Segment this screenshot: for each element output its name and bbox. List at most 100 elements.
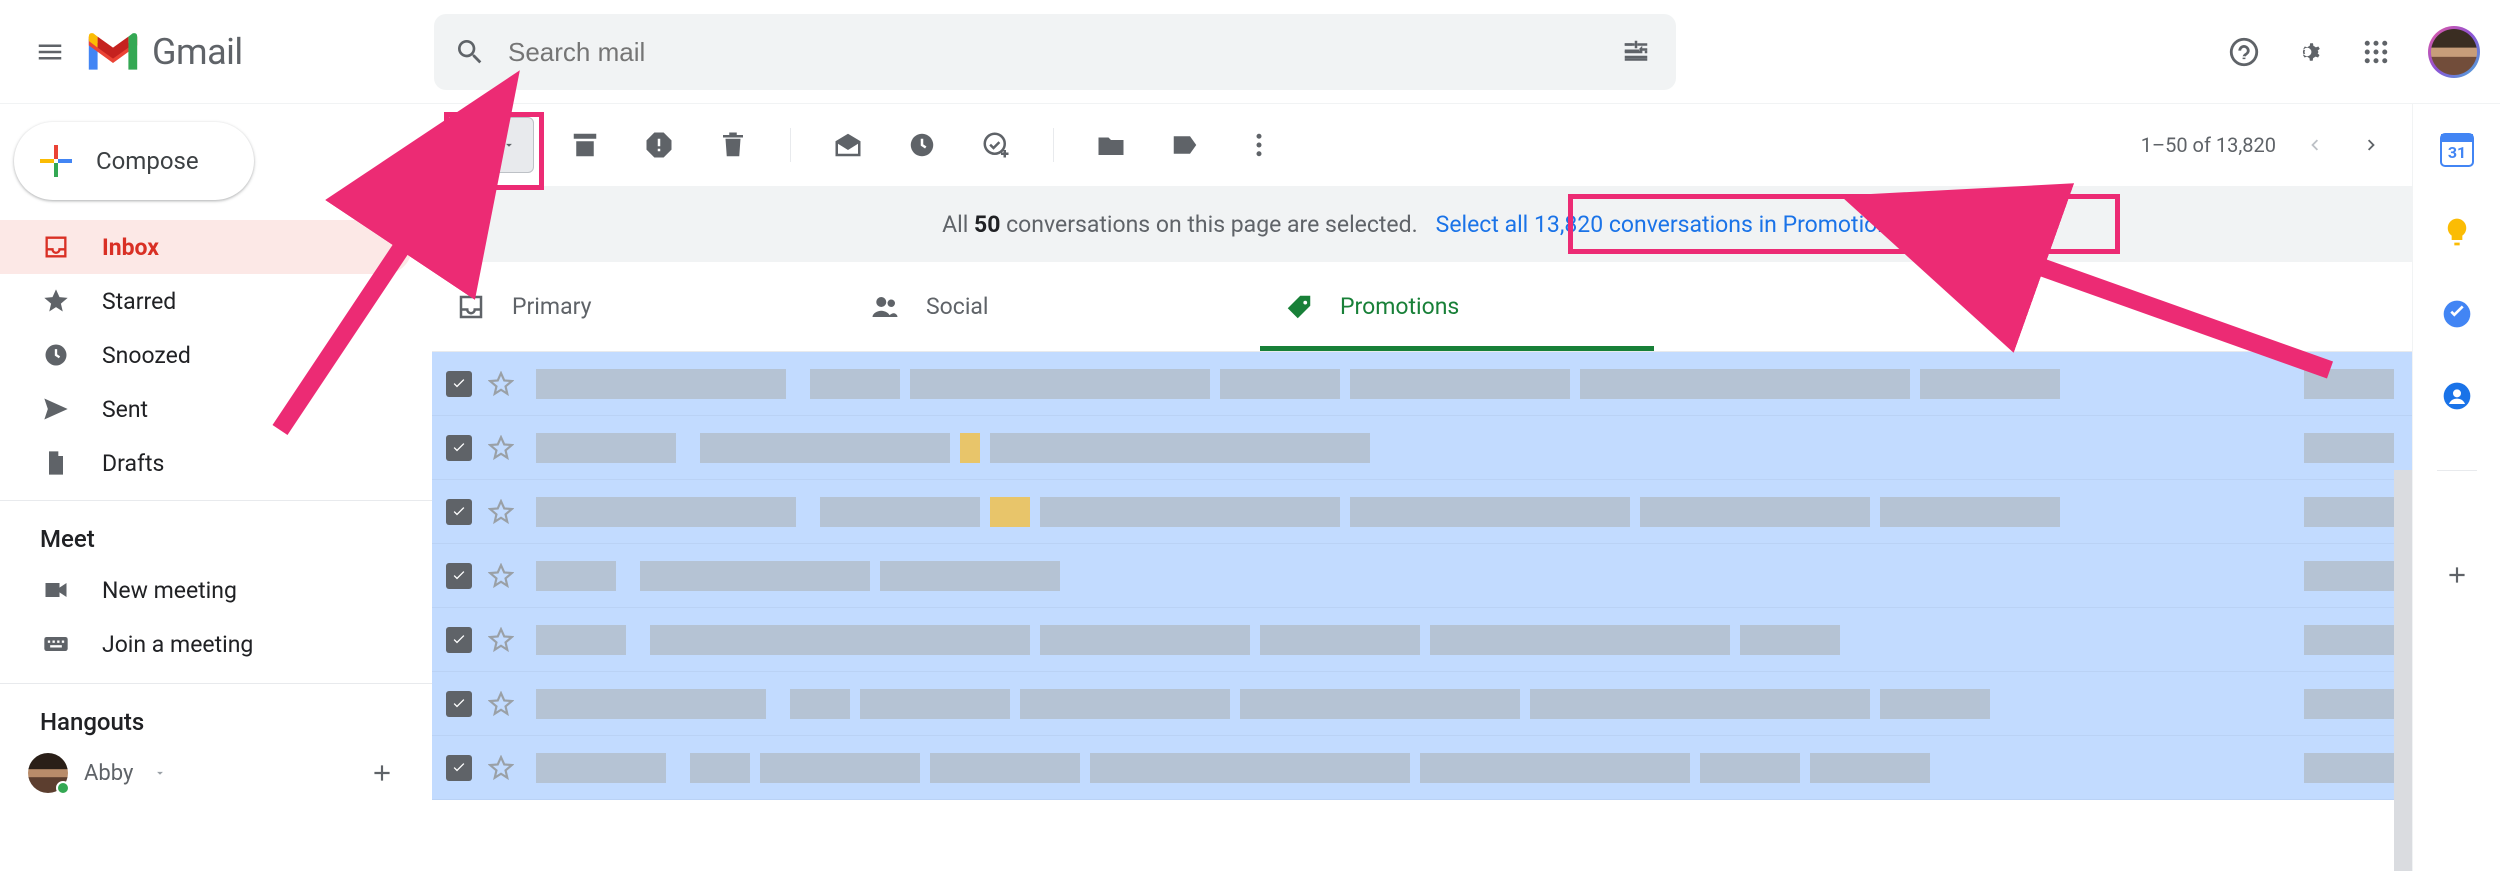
star-outline-icon: [488, 755, 514, 781]
rail-contacts[interactable]: [2439, 378, 2475, 414]
hangouts-username: Abby: [84, 761, 133, 786]
star-outline-icon: [488, 563, 514, 589]
nav-label: Sent: [102, 396, 148, 423]
row-checkbox[interactable]: [446, 691, 472, 717]
search-options-button[interactable]: [1616, 32, 1656, 72]
main-menu-button[interactable]: [26, 28, 74, 76]
row-star[interactable]: [486, 753, 516, 783]
compose-button[interactable]: Compose: [14, 122, 254, 200]
star-outline-icon: [488, 499, 514, 525]
rail-keep[interactable]: [2439, 214, 2475, 250]
hamburger-icon: [35, 37, 65, 67]
spam-icon: [644, 130, 674, 160]
folder-nav: Inbox Starred Snoozed Sent: [0, 220, 432, 490]
google-apps-button[interactable]: [2352, 28, 2400, 76]
support-button[interactable]: [2220, 28, 2268, 76]
pager-next[interactable]: [2352, 125, 2392, 165]
more-button[interactable]: [1232, 118, 1286, 172]
gmail-logo-text: Gmail: [152, 31, 243, 73]
tag-icon: [1284, 292, 1314, 322]
hangouts-avatar: [28, 753, 68, 793]
caret-down-icon: [153, 766, 167, 780]
calendar-icon: 31: [2439, 132, 2475, 168]
hangouts-user-row[interactable]: Abby: [0, 746, 432, 800]
nav-snoozed[interactable]: Snoozed: [0, 328, 412, 382]
meet-new-meeting[interactable]: New meeting: [0, 563, 432, 617]
meet-join-meeting[interactable]: Join a meeting: [0, 617, 432, 671]
meet-item-label: New meeting: [102, 577, 237, 604]
row-star[interactable]: [486, 625, 516, 655]
message-row[interactable]: [432, 736, 2412, 800]
gmail-logo[interactable]: Gmail: [84, 30, 243, 74]
nav-starred[interactable]: Starred: [0, 274, 412, 328]
move-to-button[interactable]: [1084, 118, 1138, 172]
archive-button[interactable]: [558, 118, 612, 172]
pager-prev[interactable]: [2294, 125, 2334, 165]
select-all-link[interactable]: Select all 13,820 conversations in Promo…: [1436, 211, 1902, 238]
tab-label: Social: [926, 293, 989, 320]
tune-icon: [1621, 37, 1651, 67]
message-row[interactable]: [432, 416, 2412, 480]
rail-get-addons[interactable]: [2439, 557, 2475, 593]
nav-label: Snoozed: [102, 342, 191, 369]
settings-button[interactable]: [2286, 28, 2334, 76]
rail-tasks[interactable]: [2439, 296, 2475, 332]
clock-icon: [907, 130, 937, 160]
tab-promotions[interactable]: Promotions: [1260, 262, 1674, 351]
row-star[interactable]: [486, 369, 516, 399]
message-row[interactable]: [432, 608, 2412, 672]
row-star[interactable]: [486, 433, 516, 463]
folder-move-icon: [1096, 130, 1126, 160]
svg-text:31: 31: [2447, 143, 2465, 162]
tab-primary[interactable]: Primary: [432, 262, 846, 351]
labels-button[interactable]: [1158, 118, 1212, 172]
nav-inbox[interactable]: Inbox: [0, 220, 412, 274]
row-checkbox[interactable]: [446, 563, 472, 589]
hangouts-new-chat[interactable]: [366, 757, 398, 789]
keep-icon: [2441, 216, 2473, 248]
sidebar: Compose Inbox Starred Snoozed: [0, 104, 432, 871]
people-icon: [870, 292, 900, 322]
row-star[interactable]: [486, 561, 516, 591]
row-checkbox[interactable]: [446, 435, 472, 461]
selection-banner: All 50 conversations on this page are se…: [432, 186, 2412, 262]
row-checkbox[interactable]: [446, 499, 472, 525]
delete-button[interactable]: [706, 118, 760, 172]
message-row[interactable]: [432, 544, 2412, 608]
tasks-icon: [2441, 298, 2473, 330]
contacts-icon: [2441, 380, 2473, 412]
meet-section-title: Meet: [0, 501, 432, 563]
row-star[interactable]: [486, 497, 516, 527]
tab-social[interactable]: Social: [846, 262, 1260, 351]
star-outline-icon: [488, 627, 514, 653]
nav-sent[interactable]: Sent: [0, 382, 412, 436]
tab-label: Promotions: [1340, 293, 1459, 320]
rail-calendar[interactable]: 31: [2439, 132, 2475, 168]
help-icon: [2227, 35, 2261, 69]
snooze-button[interactable]: [895, 118, 949, 172]
mark-read-button[interactable]: [821, 118, 875, 172]
pager-range: 1–50 of 13,820: [2141, 133, 2276, 157]
message-row[interactable]: [432, 672, 2412, 736]
row-checkbox[interactable]: [446, 627, 472, 653]
search-bar[interactable]: [434, 14, 1676, 90]
trash-icon: [718, 130, 748, 160]
nav-drafts[interactable]: Drafts: [0, 436, 412, 490]
video-icon: [40, 574, 72, 606]
search-input[interactable]: [508, 37, 1616, 68]
message-row[interactable]: [432, 480, 2412, 544]
report-spam-button[interactable]: [632, 118, 686, 172]
plus-icon: [2444, 562, 2470, 588]
message-row[interactable]: [432, 352, 2412, 416]
account-avatar[interactable]: [2428, 26, 2480, 78]
row-checkbox[interactable]: [446, 371, 472, 397]
select-all-dropdown[interactable]: [452, 117, 534, 173]
star-outline-icon: [488, 691, 514, 717]
apps-grid-icon: [2361, 37, 2391, 67]
row-checkbox[interactable]: [446, 755, 472, 781]
nav-label: Drafts: [102, 450, 164, 477]
add-to-tasks-button[interactable]: [969, 118, 1023, 172]
scrollbar[interactable]: [2394, 470, 2412, 871]
star-outline-icon: [488, 435, 514, 461]
row-star[interactable]: [486, 689, 516, 719]
